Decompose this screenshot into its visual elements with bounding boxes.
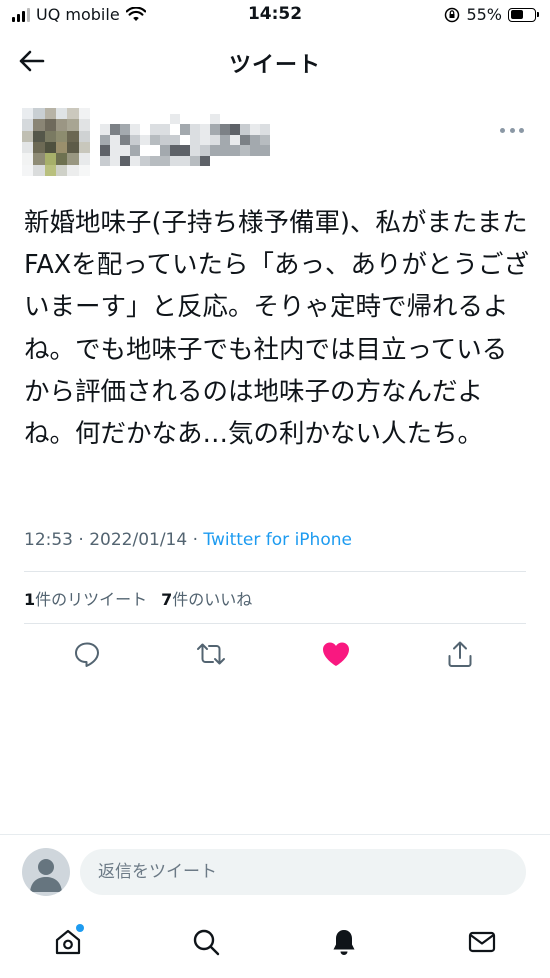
- meta-separator: ·: [187, 530, 204, 550]
- mail-icon: [468, 931, 496, 953]
- status-bar: UQ mobile 14:52 55%: [0, 0, 550, 30]
- my-avatar[interactable]: [22, 848, 70, 896]
- retweet-label: 件のリツイート: [35, 590, 148, 609]
- home-notification-dot: [76, 924, 84, 932]
- divider: [24, 623, 526, 624]
- bell-icon: [333, 930, 355, 955]
- author-name-obscured[interactable]: [100, 114, 270, 166]
- tweet-actions: [0, 634, 550, 678]
- status-right: 55%: [444, 5, 539, 24]
- like-stat[interactable]: 7件のいいね: [161, 590, 252, 609]
- tab-home[interactable]: [48, 922, 88, 962]
- retweet-stat[interactable]: 1件のリツイート: [24, 590, 147, 609]
- like-count: 7: [161, 590, 173, 609]
- battery-icon: [508, 7, 539, 22]
- reply-button[interactable]: [67, 634, 107, 674]
- comment-icon: [75, 642, 99, 667]
- search-icon: [193, 929, 220, 956]
- rotation-lock-icon: [445, 7, 460, 22]
- battery-percent: 55%: [466, 5, 502, 24]
- retweet-button[interactable]: [191, 634, 231, 674]
- tweet-text: 新婚地味子(子持ち様予備軍)、私がまたまたFAXを配っていたら「あっ、ありがとう…: [24, 208, 529, 450]
- battery-fill: [510, 10, 524, 19]
- reply-bar: [0, 834, 550, 908]
- share-button[interactable]: [440, 634, 480, 674]
- retweet-icon: [197, 643, 225, 665]
- like-label: 件のいいね: [172, 590, 253, 609]
- tab-bar: [0, 908, 550, 978]
- tweet-meta: 12:53 · 2022/01/14 · Twitter for iPhone: [24, 530, 352, 550]
- page-title: ツイート: [228, 53, 321, 78]
- share-icon: [448, 641, 472, 667]
- tweet-author: [22, 108, 528, 178]
- tab-search[interactable]: [186, 922, 226, 962]
- tweet-header: ツイート: [0, 30, 550, 92]
- tweet-source-link[interactable]: Twitter for iPhone: [203, 530, 352, 550]
- more-button[interactable]: [500, 122, 524, 138]
- divider: [24, 571, 526, 572]
- like-button[interactable]: [316, 634, 356, 674]
- default-avatar-icon: [30, 859, 62, 892]
- avatar[interactable]: [22, 108, 90, 176]
- reply-input[interactable]: [80, 849, 526, 895]
- retweet-count: 1: [24, 590, 36, 609]
- heart-filled-icon: [323, 642, 349, 666]
- more-horizontal-icon: [500, 127, 505, 133]
- tweet-timestamp: 12:53 · 2022/01/14: [24, 530, 188, 550]
- tweet-stats: 1件のリツイート 7件のいいね: [24, 586, 252, 610]
- tab-notifications[interactable]: [324, 922, 364, 962]
- tab-messages[interactable]: [462, 922, 502, 962]
